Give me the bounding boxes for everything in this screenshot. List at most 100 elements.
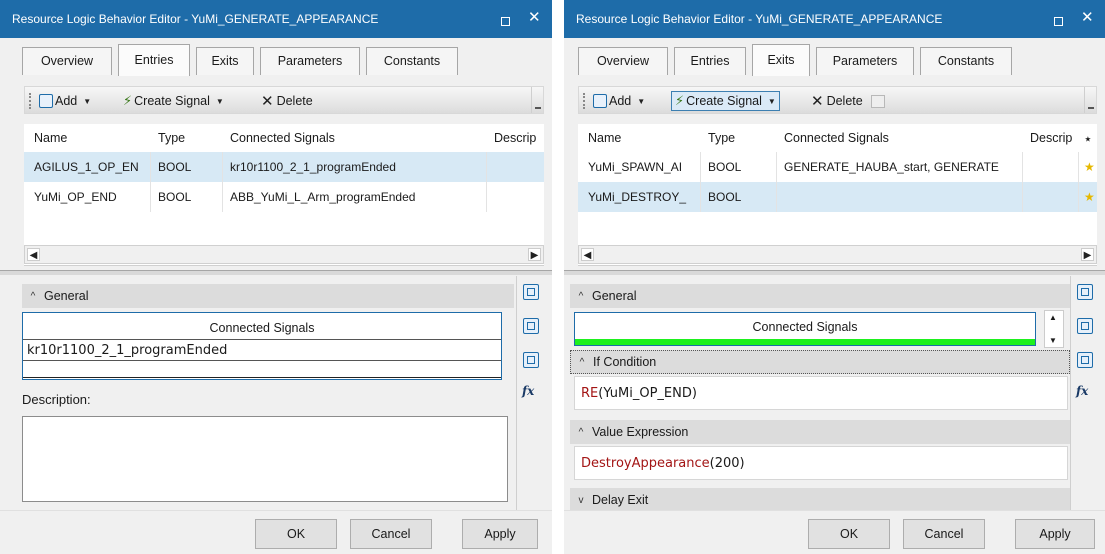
connected-signal-row[interactable]: kr10r1100_2_1_programEnded: [23, 339, 501, 361]
close-icon[interactable]: ✕: [1081, 10, 1094, 26]
value-expression-section-header[interactable]: ^ Value Expression: [570, 420, 1070, 444]
tab-parameters[interactable]: Parameters: [816, 47, 914, 75]
column-header-description[interactable]: Descrip: [1030, 131, 1078, 145]
scroll-left-icon: ◀: [581, 248, 594, 261]
toolbar-overflow[interactable]: [1084, 87, 1096, 113]
cancel-button[interactable]: Cancel: [903, 519, 985, 549]
vertical-scrollbar[interactable]: ▲ ▼: [1044, 310, 1064, 348]
add-button[interactable]: Add ▼: [39, 91, 91, 111]
scroll-up-icon: ▲: [1049, 313, 1057, 322]
toolbar-overflow[interactable]: [531, 87, 543, 113]
properties-pane: ^ General Connected Signals kr10r1100_2_…: [0, 276, 552, 510]
tab-exits[interactable]: Exits: [752, 44, 810, 76]
connected-signals-header: Connected Signals: [209, 321, 315, 335]
entries-grid: Name Type Connected Signals Descrip AGIL…: [24, 124, 544, 266]
ok-button[interactable]: OK: [255, 519, 337, 549]
tab-entries[interactable]: Entries: [118, 44, 190, 76]
table-row[interactable]: YuMi_OP_END BOOL ABB_YuMi_L_Arm_programE…: [24, 182, 544, 212]
disabled-tool-icon: [870, 94, 885, 108]
create-signal-button[interactable]: ⚡ Create Signal ▼: [671, 91, 780, 111]
pane-splitter[interactable]: [564, 270, 1105, 275]
scroll-down-icon: ▼: [1049, 336, 1057, 345]
insert-signal-icon[interactable]: [523, 284, 539, 300]
tab-constants[interactable]: Constants: [920, 47, 1012, 75]
insert-signal-icon[interactable]: [1077, 284, 1093, 300]
column-header-description[interactable]: Descrip: [494, 131, 544, 145]
general-section-header[interactable]: ^ General: [570, 284, 1070, 308]
tab-constants[interactable]: Constants: [366, 47, 458, 75]
toolbar-grip[interactable]: [583, 93, 585, 109]
tab-exits[interactable]: Exits: [196, 47, 254, 75]
function-icon[interactable]: fx: [522, 384, 538, 400]
dialog-buttons: OK Cancel Apply: [564, 510, 1105, 554]
value-expression-input[interactable]: DestroyAppearance (200): [574, 446, 1068, 480]
function-icon[interactable]: fx: [1076, 384, 1092, 400]
left-editor-window: Resource Logic Behavior Editor - YuMi_GE…: [0, 0, 552, 554]
column-header-type[interactable]: Type: [158, 131, 185, 145]
star-icon[interactable]: ★: [1084, 160, 1095, 174]
scroll-right-icon: ▶: [528, 248, 541, 261]
star-icon[interactable]: ★: [1084, 190, 1095, 204]
insert-constant-icon[interactable]: [523, 352, 539, 368]
dialog-buttons: OK Cancel Apply: [0, 510, 552, 554]
properties-pane: ^ General Connected Signals ▲ ▼ ^ If Con…: [564, 276, 1105, 512]
delete-button[interactable]: ✕ Delete: [261, 91, 313, 111]
column-header-type[interactable]: Type: [708, 131, 735, 145]
chevron-down-icon: ▼: [767, 96, 776, 106]
delay-exit-section-header[interactable]: v Delay Exit: [570, 488, 1070, 512]
insert-parameter-icon[interactable]: [523, 318, 539, 334]
grid-header: Name Type Connected Signals Descrip: [24, 124, 544, 152]
apply-button[interactable]: Apply: [462, 519, 538, 549]
connected-signals-list[interactable]: Connected Signals kr10r1100_2_1_programE…: [22, 312, 502, 380]
delete-button[interactable]: ✕ Delete: [811, 91, 885, 111]
title-bar[interactable]: Resource Logic Behavior Editor - YuMi_GE…: [0, 0, 552, 38]
insert-constant-icon[interactable]: [1077, 352, 1093, 368]
ok-button[interactable]: OK: [808, 519, 890, 549]
add-button[interactable]: Add ▼: [593, 91, 645, 111]
side-toolbar: fx: [516, 276, 544, 510]
add-entry-icon: [39, 94, 53, 108]
apply-button[interactable]: Apply: [1015, 519, 1095, 549]
create-signal-button[interactable]: ⚡ Create Signal ▼: [123, 91, 224, 111]
chevron-down-icon: ▼: [637, 96, 646, 106]
maximize-icon[interactable]: [501, 17, 510, 26]
side-toolbar: fx: [1070, 276, 1098, 510]
pin-icon[interactable]: ⋆: [1084, 131, 1092, 146]
description-textarea[interactable]: [22, 416, 508, 502]
column-header-connected-signals[interactable]: Connected Signals: [784, 131, 889, 145]
table-row[interactable]: YuMi_DESTROY_ BOOL ★: [578, 182, 1097, 212]
chevron-up-icon: ^: [578, 290, 584, 302]
connected-signals-list[interactable]: Connected Signals: [574, 312, 1036, 346]
horizontal-scrollbar[interactable]: ◀ ▶: [578, 245, 1097, 264]
column-header-name[interactable]: Name: [34, 131, 67, 145]
tab-overview[interactable]: Overview: [22, 47, 112, 75]
connected-signal-row[interactable]: [575, 339, 1035, 345]
pane-splitter[interactable]: [0, 270, 552, 275]
title-bar[interactable]: Resource Logic Behavior Editor - YuMi_GE…: [564, 0, 1105, 38]
maximize-icon[interactable]: [1054, 17, 1063, 26]
general-section-header[interactable]: ^ General: [22, 284, 514, 308]
empty-signal-row[interactable]: [23, 362, 501, 378]
tab-entries[interactable]: Entries: [674, 47, 746, 75]
window-title: Resource Logic Behavior Editor - YuMi_GE…: [12, 12, 379, 26]
exits-grid: Name Type Connected Signals Descrip ⋆ Yu…: [578, 124, 1097, 266]
chevron-up-icon: ^: [30, 290, 36, 302]
close-icon[interactable]: ✕: [528, 10, 541, 26]
if-condition-input[interactable]: RE (YuMi_OP_END): [574, 376, 1068, 410]
toolbar: Add ▼ ⚡ Create Signal ▼ ✕ Delete: [24, 86, 544, 114]
chevron-up-icon: ^: [578, 426, 584, 438]
toolbar-grip[interactable]: [29, 93, 31, 109]
table-row[interactable]: YuMi_SPAWN_AI BOOL GENERATE_HAUBA_start,…: [578, 152, 1097, 182]
signal-icon: ⚡: [123, 93, 133, 108]
column-header-name[interactable]: Name: [588, 131, 621, 145]
column-header-connected-signals[interactable]: Connected Signals: [230, 131, 335, 145]
tab-strip: Overview Entries Exits Parameters Consta…: [0, 38, 552, 76]
if-condition-section-header[interactable]: ^ If Condition: [570, 350, 1070, 374]
signal-icon: ⚡: [675, 93, 685, 108]
cancel-button[interactable]: Cancel: [350, 519, 432, 549]
horizontal-scrollbar[interactable]: ◀ ▶: [24, 245, 544, 264]
insert-parameter-icon[interactable]: [1077, 318, 1093, 334]
tab-overview[interactable]: Overview: [578, 47, 668, 75]
table-row[interactable]: AGILUS_1_OP_EN BOOL kr10r1100_2_1_progra…: [24, 152, 544, 182]
tab-parameters[interactable]: Parameters: [260, 47, 360, 75]
